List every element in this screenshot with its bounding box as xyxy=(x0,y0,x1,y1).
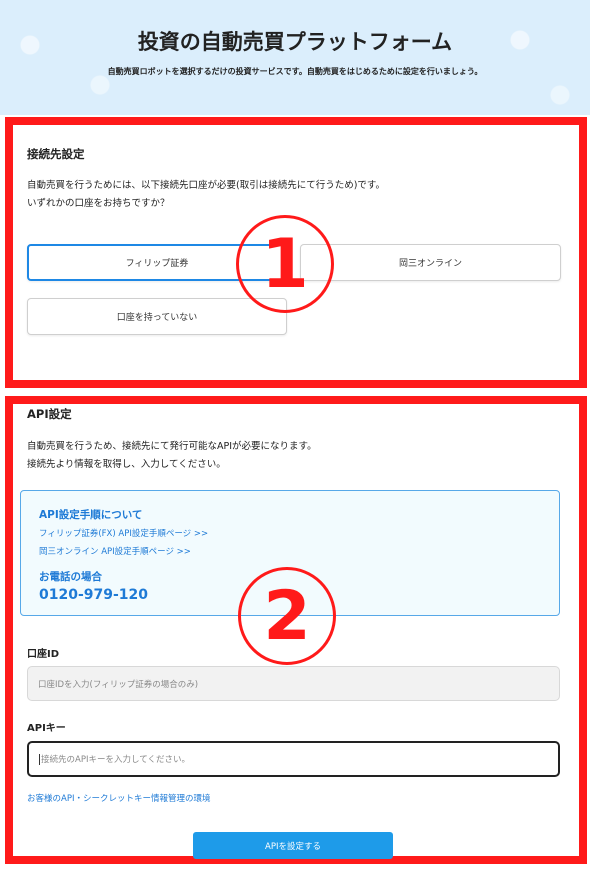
connection-description-line1: 自動売買を行うためには、以下接続先口座が必要(取引は接続先にて行うため)です。 xyxy=(27,180,385,191)
account-id-placeholder: 口座IDを入力(フィリップ証券の場合のみ) xyxy=(38,679,199,690)
phone-section-title: お電話の場合 xyxy=(39,571,102,583)
api-section-title: API設定 xyxy=(27,407,72,421)
api-description-line1: 自動売買を行うため、接続先にて発行可能なAPIが必要になります。 xyxy=(27,441,317,452)
api-key-input[interactable]: 接続先のAPIキーを入力してください。 xyxy=(27,741,560,777)
api-key-label: APIキー xyxy=(27,723,66,734)
option-no-account[interactable]: 口座を持っていない xyxy=(27,298,287,335)
api-info-title: API設定手順について xyxy=(39,509,143,521)
api-key-placeholder: 接続先のAPIキーを入力してください。 xyxy=(41,755,190,765)
set-api-button-label: APIを設定する xyxy=(265,841,321,852)
header-banner: 投資の自動売買プラットフォーム 自動売買ロボットを選択するだけの投資サービスです… xyxy=(0,0,590,115)
option-label: 口座を持っていない xyxy=(116,313,198,323)
api-description-line2: 接続先より情報を取得し、入力してください。 xyxy=(27,459,226,470)
okasan-api-guide-link[interactable]: 岡三オンライン API設定手順ページ >> xyxy=(39,545,191,557)
text-caret xyxy=(39,753,40,765)
connection-description-line2: いずれかの口座をお持ちですか？ xyxy=(27,198,170,209)
step-marker-1: 1 xyxy=(236,215,334,313)
option-okasan-online[interactable]: 岡三オンライン xyxy=(300,244,561,281)
step-marker-2: 2 xyxy=(238,567,336,665)
option-label: フィリップ証券 xyxy=(125,259,189,269)
panel-divider xyxy=(5,388,587,396)
connection-section-title: 接続先設定 xyxy=(27,147,85,161)
account-id-input[interactable]: 口座IDを入力(フィリップ証券の場合のみ) xyxy=(27,666,560,701)
phillip-api-guide-link[interactable]: フィリップ証券(FX) API設定手順ページ >> xyxy=(39,527,208,539)
api-environment-link[interactable]: お客様のAPI・シークレットキー情報管理の環境 xyxy=(27,792,210,804)
option-label: 岡三オンライン xyxy=(398,259,462,269)
account-id-label: 口座ID xyxy=(27,649,60,660)
set-api-button[interactable]: APIを設定する xyxy=(193,832,393,859)
page-title: 投資の自動売買プラットフォーム xyxy=(137,30,453,54)
page-subtitle: 自動売買ロボットを選択するだけの投資サービスです。自動売買をはじめるために設定を… xyxy=(107,67,483,76)
phone-number[interactable]: 0120-979-120 xyxy=(39,587,148,603)
